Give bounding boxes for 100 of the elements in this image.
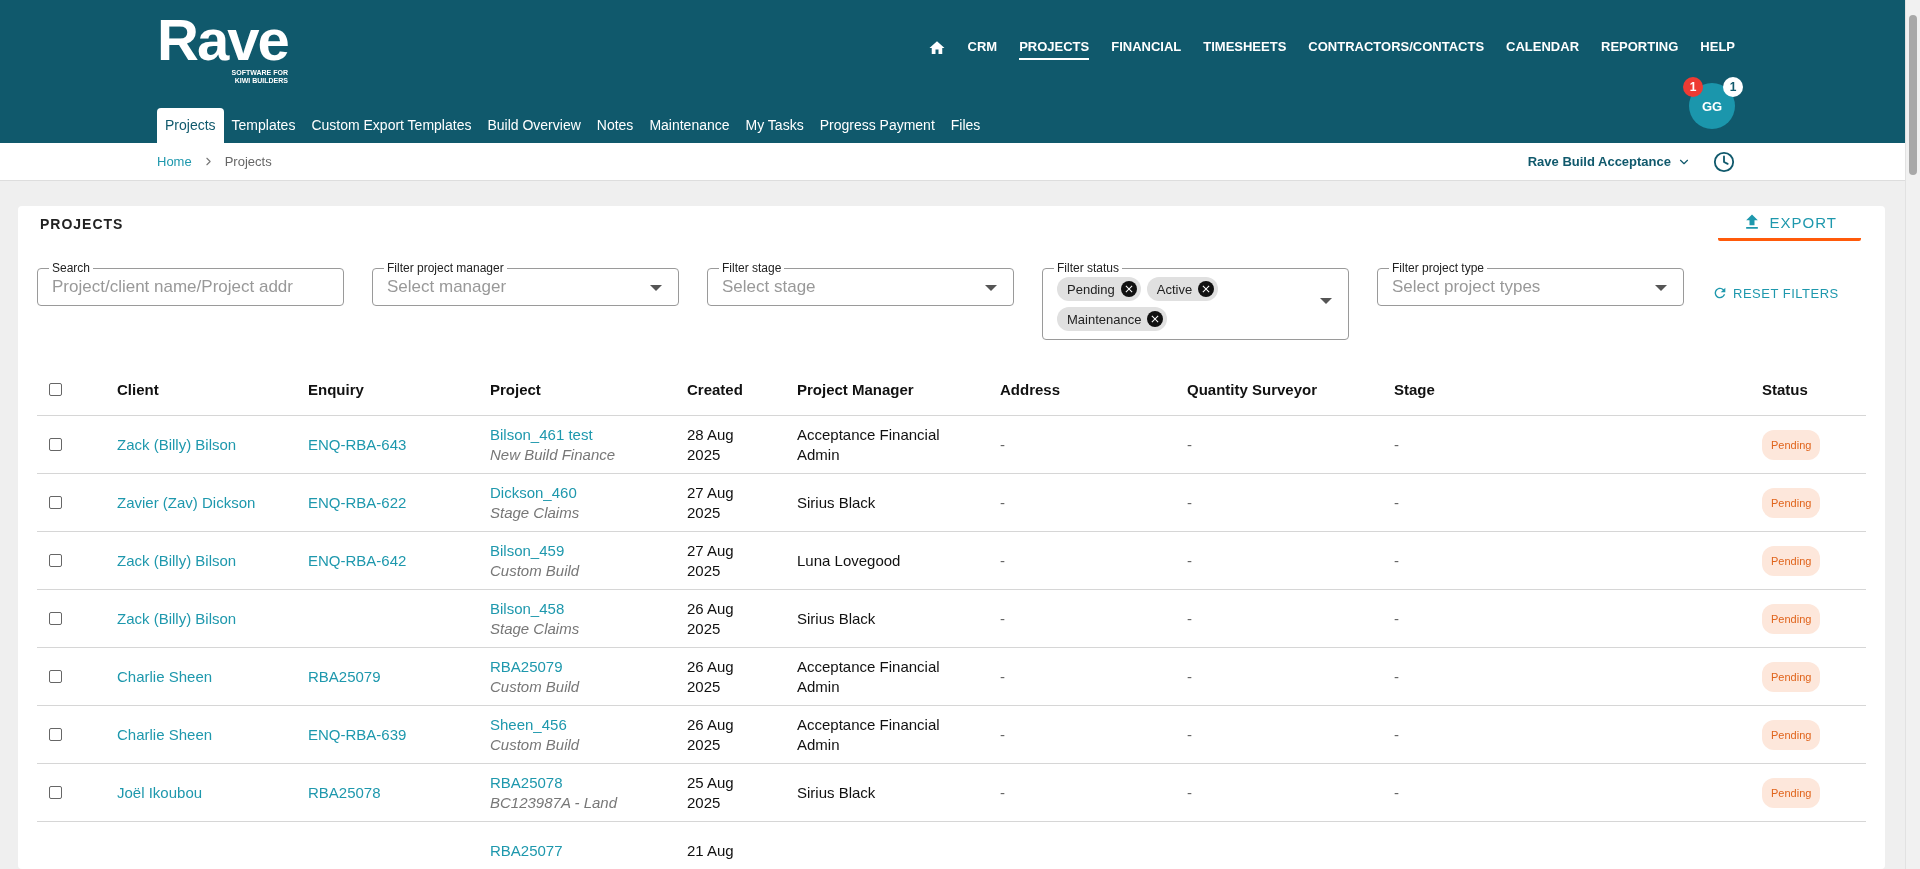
tab[interactable]: Maintenance — [641, 108, 738, 143]
table-cell: - — [1187, 492, 1192, 513]
column-header[interactable]: Client — [117, 364, 308, 416]
project-type: Stage Claims — [490, 618, 580, 639]
tab[interactable]: Templates — [223, 108, 304, 143]
created-date: 26 Aug 2025 — [687, 598, 735, 639]
filter-chip[interactable]: Pending — [1057, 277, 1141, 301]
table-cell: - — [1394, 550, 1399, 571]
panel-title: PROJECTS — [40, 215, 124, 232]
row-checkbox[interactable] — [49, 612, 62, 625]
column-header[interactable]: Quantity Surveyor — [1187, 364, 1394, 416]
client-link[interactable]: Charlie Sheen — [117, 666, 213, 687]
row-checkbox[interactable] — [49, 496, 62, 509]
row-checkbox[interactable] — [49, 670, 62, 683]
table-cell: - — [1394, 608, 1399, 629]
project-type: BC123987A - Land — [490, 792, 618, 813]
column-header[interactable]: Enquiry — [308, 364, 490, 416]
select-field[interactable]: Filter project manager Select manager — [372, 261, 679, 306]
select-placeholder: Select manager — [387, 277, 508, 297]
field-label: Filter project type — [1391, 261, 1486, 275]
manager-name: Sirius Black — [797, 492, 876, 513]
filter-chip[interactable]: Maintenance — [1057, 307, 1168, 331]
nav-link[interactable]: REPORTING — [1601, 35, 1679, 60]
created-date: 28 Aug 2025 — [687, 424, 735, 465]
project-link[interactable]: Dickson_460 — [490, 482, 577, 503]
select-field[interactable]: Filter status Pending Active Maintenance — [1042, 261, 1349, 340]
breadcrumb-link[interactable]: Home — [157, 154, 192, 169]
nav-link[interactable]: CONTRACTORS/CONTACTS — [1308, 35, 1485, 60]
row-checkbox[interactable] — [49, 554, 62, 567]
remove-icon[interactable] — [1198, 281, 1215, 297]
nav-link[interactable]: FINANCIAL — [1111, 35, 1182, 60]
nav-link[interactable]: CALENDAR — [1506, 35, 1580, 60]
project-link[interactable]: Bilson_459 — [490, 540, 565, 561]
nav-link[interactable]: HELP — [1700, 35, 1735, 60]
column-header[interactable]: Stage — [1394, 364, 1762, 416]
tab[interactable]: Custom Export Templates — [303, 108, 480, 143]
caret-icon — [1655, 285, 1667, 291]
status-badge: Pending — [1762, 487, 1821, 518]
field-label: Search — [51, 261, 92, 275]
nav-link[interactable]: TIMESHEETS — [1203, 35, 1287, 60]
manager-name: Sirius Black — [797, 608, 876, 629]
caret-icon — [650, 285, 662, 291]
column-header[interactable]: Created — [687, 364, 797, 416]
select-field[interactable]: Filter stage Select stage — [707, 261, 1014, 306]
created-date: 27 Aug 2025 — [687, 482, 735, 523]
filter-chip[interactable]: Active — [1146, 277, 1219, 301]
tab[interactable]: Files — [942, 108, 989, 143]
search-field[interactable]: Search Project/client name/Project addr — [37, 261, 344, 306]
row-checkbox[interactable] — [49, 728, 62, 741]
table-cell: - — [1187, 608, 1192, 629]
workspace-dropdown[interactable]: Rave Build Acceptance — [1527, 154, 1691, 169]
nav-link[interactable]: CRM — [967, 35, 998, 60]
row-checkbox[interactable] — [49, 786, 62, 799]
status-badge: Pending — [1762, 777, 1821, 808]
created-date: 26 Aug 2025 — [687, 656, 735, 697]
project-link[interactable]: Sheen_456 — [490, 714, 567, 735]
select-placeholder: Select stage — [722, 277, 817, 297]
column-header[interactable]: Address — [1000, 364, 1187, 416]
select-all-checkbox[interactable] — [49, 383, 62, 396]
table-cell: - — [1394, 782, 1399, 803]
table-cell: - — [1394, 666, 1399, 687]
project-link[interactable]: Bilson_461 test — [490, 424, 593, 445]
remove-icon[interactable] — [1120, 281, 1137, 297]
client-link[interactable]: Charlie Sheen — [117, 724, 213, 745]
table-cell: - — [1000, 666, 1005, 687]
table-cell: - — [1000, 608, 1005, 629]
tab[interactable]: Projects — [157, 108, 224, 143]
column-header[interactable]: Project Manager — [797, 364, 1000, 416]
table-cell: - — [1187, 550, 1192, 571]
status-badge: Pending — [1762, 603, 1821, 634]
table-cell: - — [1000, 724, 1005, 745]
row-checkbox[interactable] — [49, 438, 62, 451]
nav-link[interactable]: PROJECTS — [1019, 35, 1090, 60]
created-date: 25 Aug 2025 — [687, 772, 735, 813]
field-label: Filter stage — [721, 261, 783, 275]
table-cell: - — [1187, 434, 1192, 455]
column-header[interactable]: Status — [1762, 364, 1866, 416]
field-label: Filter status — [1056, 261, 1120, 275]
manager-name: Acceptance Financial Admin — [797, 656, 941, 697]
tab[interactable]: Notes — [588, 108, 642, 143]
remove-icon[interactable] — [1147, 311, 1164, 327]
clock-icon[interactable] — [1713, 150, 1735, 173]
project-type: Custom Build — [490, 676, 580, 697]
project-type: Custom Build — [490, 560, 580, 581]
manager-name: Luna Lovegood — [797, 550, 901, 571]
tab[interactable]: Build Overview — [479, 108, 589, 143]
scrollbar[interactable] — [1905, 0, 1920, 869]
tab[interactable]: Progress Payment — [811, 108, 943, 143]
table-cell: - — [1187, 724, 1192, 745]
field-label: Filter project manager — [386, 261, 505, 275]
tab[interactable]: My Tasks — [737, 108, 812, 143]
project-link[interactable]: Bilson_458 — [490, 598, 565, 619]
select-field[interactable]: Filter project type Select project types — [1377, 261, 1684, 306]
column-header[interactable]: Project — [490, 364, 687, 416]
created-date: 26 Aug 2025 — [687, 714, 735, 755]
caret-icon — [985, 285, 997, 291]
search-input[interactable]: Project/client name/Project addr — [52, 277, 333, 297]
created-date: 21 Aug — [687, 840, 734, 861]
table-cell: - — [1000, 550, 1005, 571]
breadcrumb-link[interactable]: Projects — [224, 154, 272, 169]
